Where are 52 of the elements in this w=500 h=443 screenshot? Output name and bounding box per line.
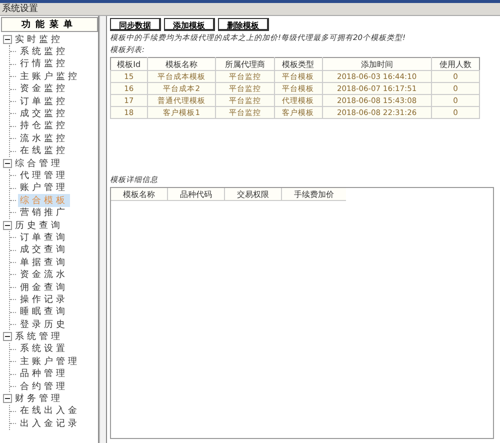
tree-group[interactable]: 综合管理 <box>15 156 63 170</box>
tree-item[interactable]: 品种管理 <box>18 367 70 380</box>
tree-item[interactable]: 成交查询 <box>18 243 70 256</box>
toolbar-button[interactable]: 添加模板 <box>164 18 215 31</box>
tree-item[interactable]: 主账户监控 <box>18 70 82 83</box>
column-header[interactable]: 品种代码 <box>168 188 224 200</box>
collapse-icon[interactable] <box>3 220 12 230</box>
tree-item[interactable]: 单据查询 <box>18 256 70 269</box>
collapse-icon[interactable] <box>3 332 12 342</box>
tree-item[interactable]: 流水监控 <box>18 132 70 145</box>
collapse-icon[interactable] <box>3 394 12 404</box>
tree-group[interactable]: 财务管理 <box>15 392 63 406</box>
tree-item[interactable]: 持仓监控 <box>18 119 70 132</box>
scrollbar[interactable] <box>99 16 107 443</box>
column-header[interactable]: 手续费加价 <box>282 188 346 200</box>
column-header[interactable]: 模板Id <box>110 58 148 70</box>
column-header[interactable]: 模板名称 <box>147 58 216 70</box>
column-header[interactable]: 添加时间 <box>322 58 432 70</box>
tree-item[interactable]: 系统监控 <box>18 45 70 58</box>
column-header[interactable]: 使用人数 <box>432 58 480 70</box>
tree-item[interactable]: 订单查询 <box>18 230 70 244</box>
tree-item[interactable]: 代理管理 <box>18 169 70 182</box>
tree-item[interactable]: 合约管理 <box>18 380 70 393</box>
tree-item[interactable]: 主账户管理 <box>18 354 82 368</box>
tree-item[interactable]: 账户管理 <box>18 181 70 194</box>
collapse-icon[interactable] <box>3 34 12 44</box>
tree-item[interactable]: 睡眠查询 <box>18 305 70 318</box>
tree-group[interactable]: 实时监控 <box>15 32 63 46</box>
tree-item[interactable]: 操作记录 <box>18 292 70 306</box>
menu-header: 功能菜单 <box>1 17 98 32</box>
tree-item[interactable]: 营销推广 <box>18 206 70 220</box>
tree-item[interactable]: 在线监控 <box>18 144 70 158</box>
tree-group[interactable]: 系统管理 <box>15 330 63 344</box>
column-header[interactable]: 模板类型 <box>274 58 322 70</box>
window-title: 系统设置 <box>0 3 500 16</box>
tree-item[interactable]: 资金流水 <box>18 268 70 282</box>
tree-item[interactable]: 订单监控 <box>18 94 70 108</box>
tree-item[interactable]: 系统设置 <box>18 342 70 356</box>
column-header[interactable]: 所属代理商 <box>216 58 274 70</box>
tree-item[interactable]: 在线出入金 <box>18 404 82 418</box>
tree-item[interactable]: 佣金查询 <box>18 280 70 294</box>
tree-group[interactable]: 历史查询 <box>15 218 63 232</box>
toolbar-button[interactable]: 删除模板 <box>218 18 269 31</box>
tree-item[interactable]: 资金监控 <box>18 82 70 96</box>
toolbar-button[interactable]: 同步数据 <box>110 18 161 31</box>
tree-item[interactable]: 成交监控 <box>18 107 70 120</box>
tree-item[interactable]: 出入金记录 <box>18 416 82 430</box>
column-header[interactable]: 交易权限 <box>224 188 282 200</box>
tree-item[interactable]: 行情监控 <box>18 57 70 70</box>
column-header[interactable]: 模板名称 <box>111 188 168 200</box>
collapse-icon[interactable] <box>3 158 12 168</box>
tree-item[interactable]: 登录历史 <box>18 318 70 331</box>
